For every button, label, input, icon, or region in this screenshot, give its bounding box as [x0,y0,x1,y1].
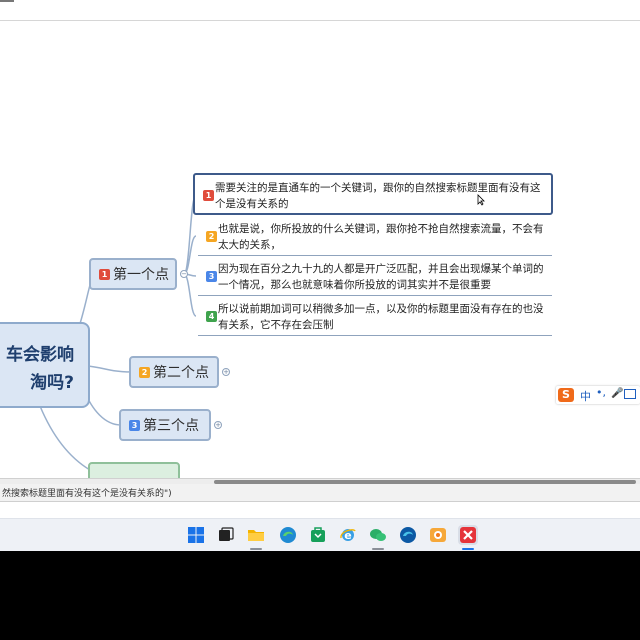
central-topic-line2: 淘吗? [30,373,74,393]
leaf-text: 因为现在百分之九十九的人都是开广泛匹配，并且会出现爆某个单词的一个情况，那么也就… [218,263,544,291]
status-text: 然搜索标题里面有没有这个是没有关系的") [2,489,172,499]
leaf-note-4[interactable]: 4 所以说前期加词可以稍微多加一点，以及你的标题里面没有存在的也没有关系，它不存… [198,296,552,336]
mindmap-canvas[interactable]: 车会影响 淘吗? 1 第一个点 − 2 第二个点 + 3 第三个点 + 1 需要… [0,0,640,478]
priority-3-icon: 3 [206,271,217,282]
leaf-text: 需要关注的是直通车的一个关键词，跟你的自然搜索标题里面有没有这个是没有关系的 [215,182,541,210]
windows-taskbar: e [0,518,640,551]
priority-3-icon: 3 [129,419,140,431]
priority-1-icon: 1 [99,268,110,280]
ime-lang-toggle[interactable]: 中 [580,388,591,404]
task-view-icon[interactable] [216,525,236,545]
wechat-icon[interactable] [368,525,388,545]
priority-2-icon: 2 [206,231,217,242]
leaf-note-3[interactable]: 3 因为现在百分之九十九的人都是开广泛匹配，并且会出现爆某个单词的一个情况，那么… [198,256,552,296]
edge-icon[interactable] [278,525,298,545]
leaf-note-2[interactable]: 2 也就是说，你所投放的什么关键词，跟你抢不抢自然搜索流量，不会有太大的关系， [198,216,552,256]
topic-second-point[interactable]: 2 第二个点 [129,356,219,388]
leaf-text: 所以说前期加词可以稍微多加一点，以及你的标题里面没有存在的也没有关系，它不存在会… [218,303,544,331]
topic-label: 第三个点 [143,418,199,434]
priority-4-icon: 4 [206,311,217,322]
file-explorer-icon[interactable] [246,525,266,545]
image-viewer-icon[interactable] [428,525,448,545]
keyboard-icon[interactable] [624,389,636,399]
priority-1-icon: 1 [203,190,214,201]
topic-first-point[interactable]: 1 第一个点 [89,258,177,290]
central-topic[interactable]: 车会影响 淘吗? [0,322,90,408]
topic-label: 第一个点 [113,267,169,283]
microphone-icon[interactable]: 🎤 [611,388,623,399]
expand-icon[interactable]: + [214,421,222,429]
topic-label: 第二个点 [153,365,209,381]
topic-third-point[interactable]: 3 第三个点 [119,409,211,441]
priority-2-icon: 2 [139,366,150,378]
ime-toolbar[interactable]: S 中 •, 🎤 [556,386,640,404]
edge-dev-icon[interactable] [398,525,418,545]
collapse-icon[interactable]: − [180,270,188,278]
windows-start-icon[interactable] [186,525,206,545]
xmind-icon[interactable] [458,525,478,545]
topic-fourth-point[interactable] [88,462,180,478]
leaf-note-1[interactable]: 1 需要关注的是直通车的一个关键词，跟你的自然搜索标题里面有没有这个是没有关系的 [193,173,553,215]
central-topic-line1: 车会影响 [6,345,74,365]
status-bar: 然搜索标题里面有没有这个是没有关系的") [0,484,640,502]
mouse-cursor-icon [477,194,485,206]
leaf-text: 也就是说，你所投放的什么关键词，跟你抢不抢自然搜索流量，不会有太大的关系， [218,223,544,251]
ime-punct-toggle[interactable]: •, [596,386,606,399]
sogou-logo-icon: S [558,388,574,402]
ie-icon[interactable]: e [338,525,358,545]
expand-icon[interactable]: + [222,368,230,376]
store-icon[interactable] [308,525,328,545]
